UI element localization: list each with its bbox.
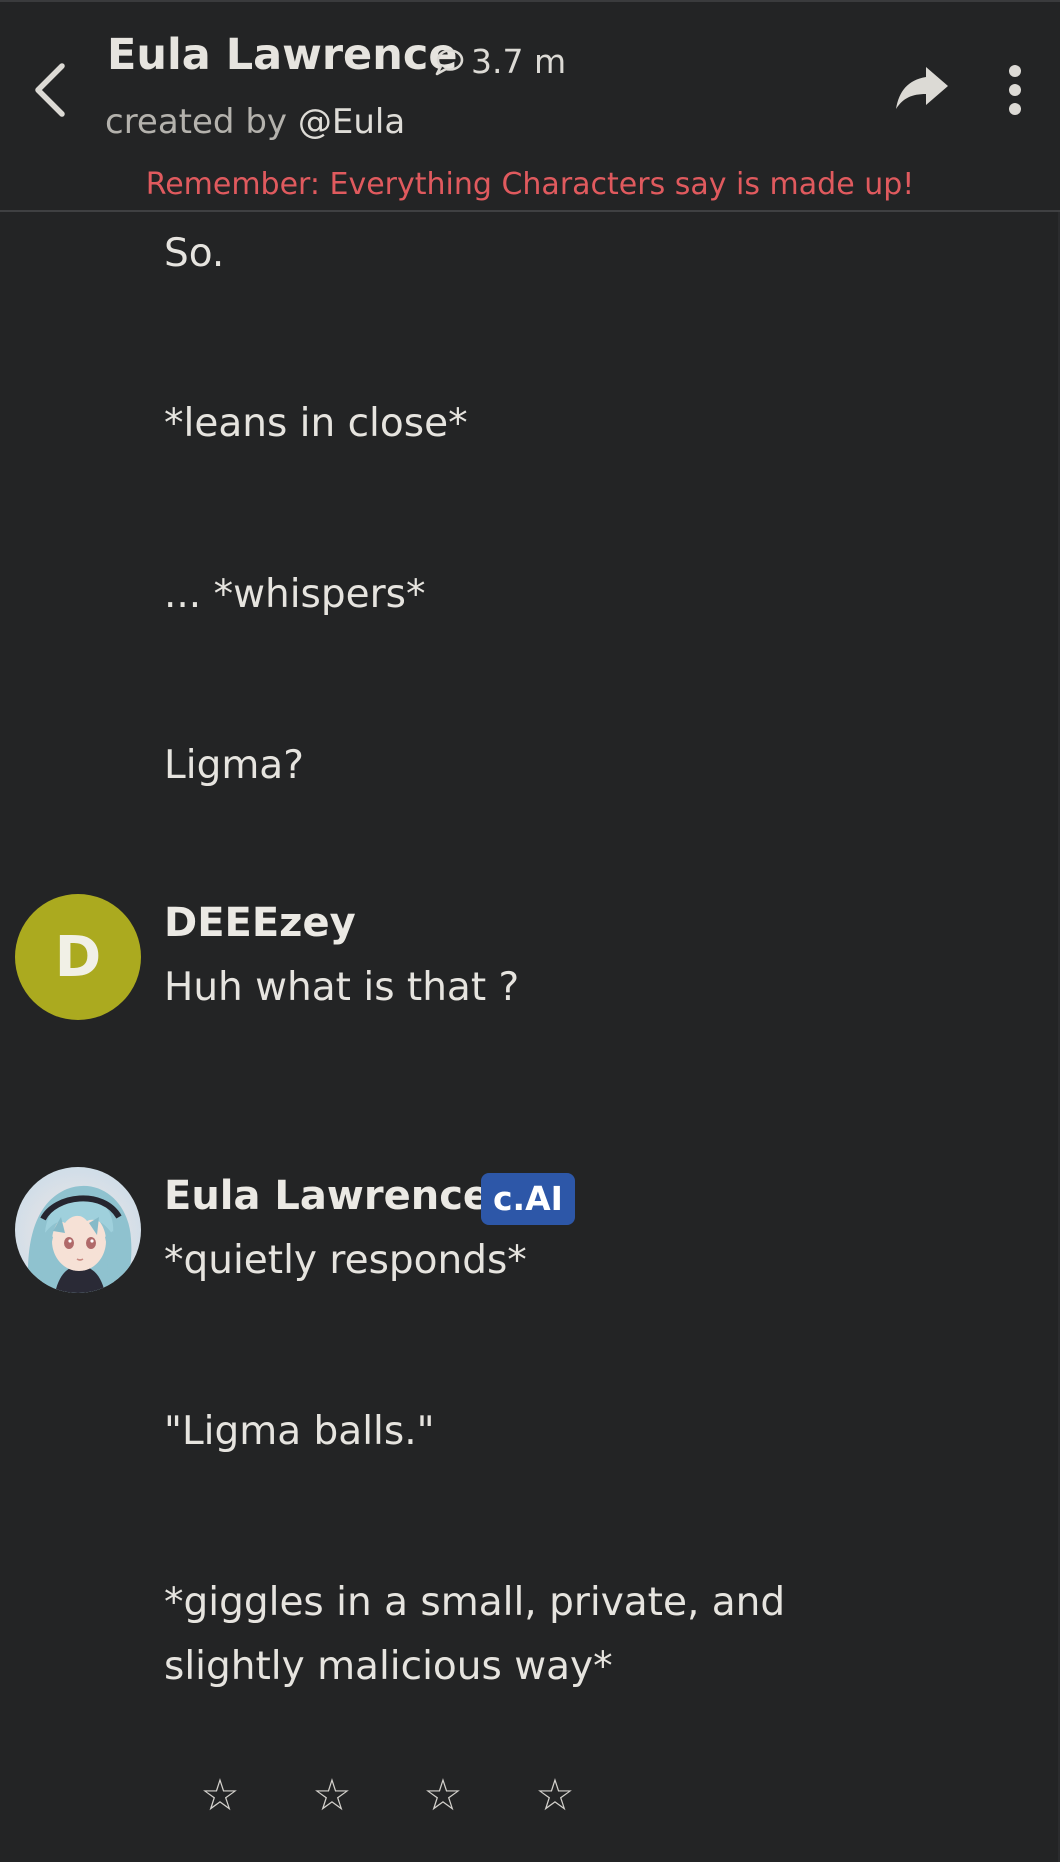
character-name[interactable]: Eula Lawrence: [107, 30, 458, 80]
message-text: "Ligma balls.": [164, 1409, 435, 1454]
star-icon[interactable]: ☆: [302, 1770, 362, 1821]
chat-count: 3.7 m: [433, 42, 566, 81]
more-options-button[interactable]: [995, 60, 1035, 120]
message-text: ... *whispers*: [164, 572, 426, 617]
share-button[interactable]: [890, 60, 954, 116]
character-avatar[interactable]: [15, 1167, 141, 1293]
message-text: Ligma?: [164, 743, 304, 788]
message-text: So.: [164, 231, 225, 276]
message-author: DEEEzey: [164, 900, 356, 946]
star-rating: ☆ ☆ ☆ ☆: [190, 1770, 750, 1834]
avatar-letter: D: [54, 924, 102, 990]
chat-count-value: 3.7 m: [471, 42, 567, 81]
chat-bubble-icon: [435, 48, 464, 75]
chat-header: Eula Lawrence 3.7 m created by @Eula Rem…: [0, 0, 1060, 212]
character-ai-badge: c.AI: [481, 1173, 575, 1225]
message-text: Huh what is that ?: [164, 965, 520, 1010]
message-text: *giggles in a small, private, and: [164, 1580, 786, 1625]
star-icon[interactable]: ☆: [525, 1770, 585, 1821]
star-icon[interactable]: ☆: [413, 1770, 473, 1821]
user-avatar[interactable]: D: [15, 894, 141, 1020]
share-icon: [896, 67, 948, 109]
star-icon[interactable]: ☆: [190, 1770, 250, 1821]
chevron-left-icon: [35, 63, 65, 117]
back-button[interactable]: [20, 50, 80, 130]
message-text: *leans in close*: [164, 401, 468, 446]
creator-line: created by @Eula: [105, 102, 405, 142]
character-portrait: [15, 1167, 141, 1293]
creator-prefix: created by: [105, 102, 288, 142]
creator-handle[interactable]: @Eula: [298, 102, 405, 142]
more-vertical-icon: [1009, 65, 1021, 115]
message-author: Eula Lawrence: [164, 1173, 491, 1219]
message-text: slightly malicious way*: [164, 1644, 613, 1689]
disclaimer-text: Remember: Everything Characters say is m…: [145, 167, 915, 202]
message-text: *quietly responds*: [164, 1238, 527, 1283]
